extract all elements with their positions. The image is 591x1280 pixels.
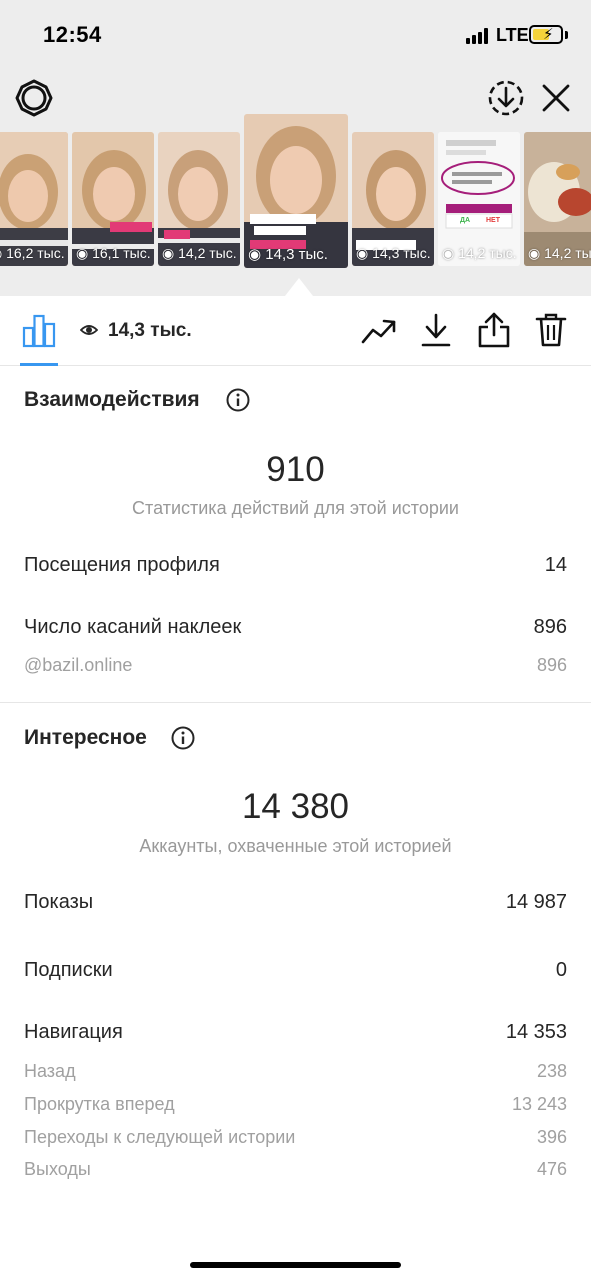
story-views: ◉ 14,2 тыс. (528, 245, 591, 261)
sticker-handle-label[interactable]: @bazil.online (24, 655, 132, 676)
impressions-label: Показы (24, 891, 94, 913)
interactions-title: Взаимодействия (24, 388, 200, 411)
active-tab-indicator (20, 363, 58, 366)
forward-value: 13 243 (511, 1094, 567, 1114)
story-views: ◉ 16,2 тыс. (0, 245, 65, 261)
discovery-title: Интересное (24, 726, 147, 749)
trash-icon[interactable] (535, 312, 567, 348)
story-thumbnail[interactable]: ◉ 14,3 тыс. (352, 132, 434, 266)
story-thumbnail[interactable]: ◉ 16,1 тыс. (72, 132, 154, 266)
sticker-taps-value: 896 (533, 616, 567, 638)
trend-up-icon[interactable] (361, 314, 397, 348)
profile-visits-value: 14 (544, 554, 567, 576)
story-thumbnail[interactable]: ◉ 16,2 тыс. (0, 132, 68, 266)
follows-value: 0 (555, 959, 567, 981)
story-views: ◉ 16,1 тыс. (76, 245, 151, 261)
impressions-value: 14 987 (505, 891, 567, 913)
home-indicator[interactable] (190, 1262, 401, 1268)
back-label: Назад (24, 1061, 76, 1081)
insights-toolbar: 14,3 тыс. (0, 296, 591, 366)
interactions-total: 910 (266, 450, 325, 489)
battery-icon: ⚡ (529, 25, 563, 44)
network-label: LTE (496, 25, 529, 45)
close-icon[interactable] (539, 81, 573, 115)
story-thumbnail-strip[interactable]: ◉ 16,2 тыс. ◉ 16,1 тыс. ◉ 14,2 тыс. (0, 114, 591, 274)
story-views: ◉ 14,3 тыс. (248, 246, 328, 263)
sticker-taps-label: Число касаний наклеек (24, 616, 242, 638)
eye-icon (79, 323, 99, 337)
story-thumbnail[interactable]: ◉ 14,2 тыс. (524, 132, 591, 266)
next-story-label: Переходы к следующей истории (24, 1127, 296, 1147)
selected-story-pointer (285, 278, 313, 296)
gear-icon[interactable] (14, 78, 54, 118)
back-value: 238 (536, 1061, 567, 1081)
status-bar: 12:54 LTE ⚡ (0, 0, 591, 70)
next-story-value: 396 (536, 1127, 567, 1147)
sticker-handle-value: 896 (536, 655, 567, 675)
section-divider (0, 702, 591, 703)
story-views: ◉ 14,2 тыс. (442, 245, 517, 261)
battery-cap (565, 31, 568, 39)
circle-download-icon[interactable] (486, 78, 526, 118)
info-icon[interactable] (171, 726, 195, 750)
poll-yes-label: ДА (460, 217, 471, 224)
exits-label: Выходы (24, 1159, 91, 1179)
discovery-total: 14 380 (241, 787, 350, 826)
story-thumbnail-selected[interactable]: ◉ 14,3 тыс. (244, 114, 348, 268)
share-icon[interactable] (477, 311, 511, 349)
interactions-subtitle: Статистика действий для этой истории (132, 498, 459, 518)
reach-count: 14,3 тыс. (108, 320, 192, 341)
signal-icon (466, 28, 490, 44)
forward-label: Прокрутка вперед (24, 1094, 175, 1114)
story-thumbnail[interactable]: ◉ 14,2 тыс. (158, 132, 240, 266)
story-views: ◉ 14,2 тыс. (162, 245, 237, 261)
poll-no-label: НЕТ (486, 217, 500, 224)
exits-value: 476 (536, 1159, 567, 1179)
bar-chart-icon[interactable] (22, 314, 56, 348)
story-thumbnail-poll[interactable]: ДА НЕТ ◉ 14,2 тыс. (438, 132, 520, 266)
download-icon[interactable] (420, 312, 452, 348)
status-time: 12:54 (43, 22, 102, 47)
follows-label: Подписки (24, 959, 113, 981)
navigation-value: 14 353 (505, 1021, 567, 1043)
story-views: ◉ 14,3 тыс. (356, 245, 431, 261)
navigation-label: Навигация (24, 1021, 123, 1043)
profile-visits-label: Посещения профиля (24, 554, 220, 576)
discovery-subtitle: Аккаунты, охваченные этой историей (139, 836, 452, 856)
info-icon[interactable] (226, 388, 250, 412)
